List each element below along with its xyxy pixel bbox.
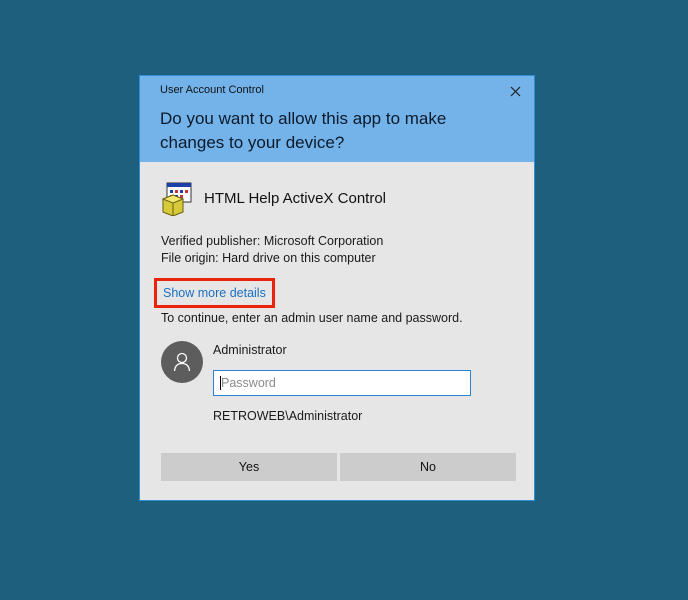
user-avatar (161, 341, 203, 383)
activex-control-icon (161, 182, 192, 216)
no-button[interactable]: No (340, 453, 516, 481)
verified-publisher: Verified publisher: Microsoft Corporatio… (161, 234, 384, 248)
app-name: HTML Help ActiveX Control (204, 189, 387, 207)
username-label: Administrator (213, 343, 287, 357)
domain-user-label: RETROWEB\Administrator (213, 409, 363, 423)
window-title: User Account Control (160, 84, 264, 96)
user-icon (173, 352, 191, 372)
close-icon (510, 86, 520, 96)
file-origin: File origin: Hard drive on this computer (161, 251, 376, 265)
text-caret (220, 376, 221, 390)
close-button[interactable] (504, 80, 526, 102)
yes-button[interactable]: Yes (161, 453, 337, 481)
dialog-header: User Account Control Do you want to allo… (140, 76, 534, 162)
uac-dialog: User Account Control Do you want to allo… (139, 75, 535, 501)
app-identity: HTML Help ActiveX Control (160, 180, 386, 216)
show-more-details-link[interactable]: Show more details (154, 278, 275, 308)
continue-instructions: To continue, enter an admin user name an… (161, 311, 463, 325)
password-field[interactable] (213, 370, 471, 396)
prompt-question: Do you want to allow this app to make ch… (160, 109, 447, 152)
